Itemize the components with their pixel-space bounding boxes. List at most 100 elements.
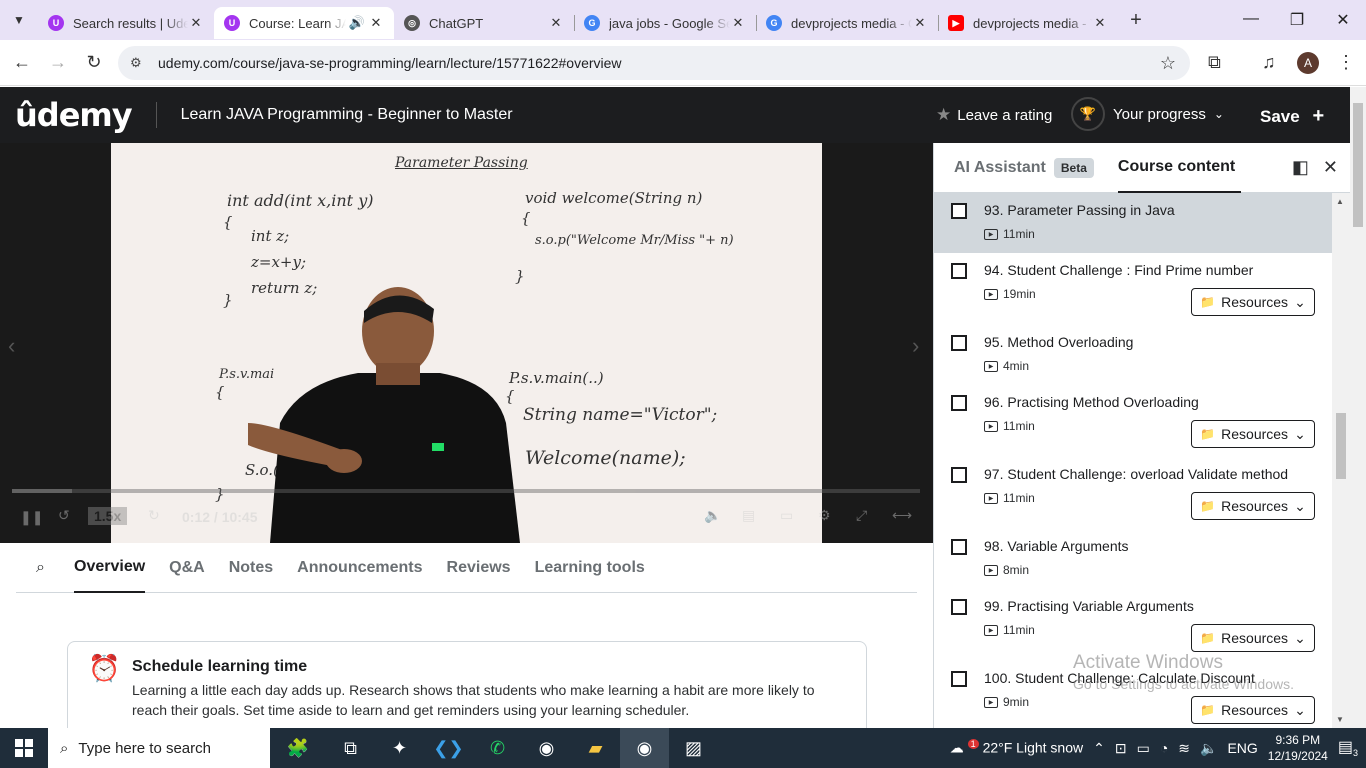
menu-dots-icon[interactable]: ⋮ — [1337, 52, 1355, 73]
copilot-icon[interactable]: ✦ — [375, 728, 424, 768]
expand-icon[interactable]: ⟷ — [892, 507, 912, 524]
photos-icon[interactable]: ▨ — [669, 728, 718, 768]
udemy-logo[interactable]: ûdemy — [15, 96, 133, 134]
windows-start-button[interactable] — [0, 739, 48, 757]
lecture-checkbox[interactable] — [951, 467, 967, 483]
browser-tab-devprojects-google[interactable]: G devprojects media - Google Search ✕ — [756, 7, 939, 39]
media-control-icon[interactable]: ♫ — [1262, 52, 1276, 73]
bookmark-star-icon[interactable]: ☆ — [1160, 53, 1176, 74]
lecture-checkbox[interactable] — [951, 263, 967, 279]
chrome-icon[interactable]: ◉ — [522, 728, 571, 768]
dock-panel-icon[interactable]: ◧ — [1292, 157, 1309, 178]
speaker-icon[interactable]: 🔊 — [346, 15, 368, 31]
lecture-checkbox[interactable] — [951, 671, 967, 687]
file-explorer-icon[interactable]: ▰ — [571, 728, 620, 768]
chevron-up-icon[interactable]: ⌃ — [1093, 740, 1105, 757]
restore-icon[interactable]: ❐ — [1274, 10, 1320, 30]
resources-button[interactable]: 📁 Resources ⌄ — [1191, 696, 1315, 724]
lecture-item[interactable]: 97. Student Challenge: overload Validate… — [934, 457, 1332, 529]
video-progress-bar[interactable] — [12, 489, 920, 493]
search-icon[interactable]: ⌕ — [16, 559, 74, 577]
chrome-profile-icon[interactable]: ◉ — [620, 728, 669, 768]
tab-search-chevron-icon[interactable]: ▼ — [0, 0, 38, 40]
lecture-checkbox[interactable] — [951, 335, 967, 351]
volume-icon[interactable]: 🔈 — [704, 507, 721, 524]
meet-icon[interactable]: ⊡ — [1115, 740, 1127, 757]
your-progress-button[interactable]: 🏆 Your progress ⌄ — [1071, 97, 1224, 131]
network-icon[interactable]: ◔ — [1160, 740, 1168, 756]
video-player[interactable]: ‹ › Parameter Passing int add(int x,int … — [0, 143, 933, 543]
profile-avatar[interactable]: A — [1297, 52, 1319, 74]
lecture-item[interactable]: 98. Variable Arguments ▶ 8min — [934, 529, 1332, 589]
lecture-checkbox[interactable] — [951, 395, 967, 411]
forward-icon[interactable]: ↻ — [148, 507, 160, 524]
lecture-checkbox[interactable] — [951, 539, 967, 555]
site-info-icon[interactable]: ⚙ — [130, 55, 148, 71]
reload-icon[interactable]: ↻ — [76, 52, 112, 73]
scroll-up-icon[interactable]: ▲ — [1336, 197, 1344, 206]
lecture-item[interactable]: 100. Student Challenge: Calculate Discou… — [934, 661, 1332, 733]
forward-icon[interactable]: → — [40, 52, 76, 73]
close-sidebar-icon[interactable]: ✕ — [1323, 157, 1338, 178]
minimize-icon[interactable]: — — [1228, 10, 1274, 30]
language-indicator[interactable]: ENG — [1227, 740, 1257, 756]
tab-qa[interactable]: Q&A — [169, 543, 205, 593]
browser-tab-chatgpt[interactable]: ◎ ChatGPT ✕ — [394, 7, 575, 39]
tab-course-content[interactable]: Course content — [1117, 143, 1242, 193]
sidebar-scrollbar[interactable]: ▲ ▼ — [1332, 193, 1351, 728]
browser-tab-course[interactable]: U Course: Learn JAVA Programming 🔊 ✕ — [214, 7, 394, 39]
course-title[interactable]: Learn JAVA Programming - Beginner to Mas… — [181, 106, 513, 124]
save-button[interactable]: Save + — [1260, 105, 1324, 128]
lecture-item[interactable]: 94. Student Challenge : Find Prime numbe… — [934, 253, 1332, 325]
close-tab-icon[interactable]: ✕ — [188, 15, 204, 31]
tab-ai-assistant[interactable]: AI Assistant Beta — [954, 143, 1094, 193]
vscode-icon[interactable]: ❮❯ — [424, 728, 473, 768]
scroll-thumb[interactable] — [1336, 413, 1346, 479]
tab-announcements[interactable]: Announcements — [297, 543, 422, 593]
browser-tab-java-jobs[interactable]: G java jobs - Google Search ✕ — [574, 7, 757, 39]
whatsapp-icon[interactable]: ✆ — [473, 728, 522, 768]
rewind-icon[interactable]: ↺ — [58, 507, 70, 524]
close-tab-icon[interactable]: ✕ — [1092, 15, 1108, 31]
lecture-checkbox[interactable] — [951, 599, 967, 615]
tab-reviews[interactable]: Reviews — [447, 543, 511, 593]
scroll-down-icon[interactable]: ▼ — [1336, 715, 1344, 724]
page-scrollbar[interactable] — [1350, 87, 1366, 728]
back-icon[interactable]: ← — [4, 52, 40, 73]
lecture-item[interactable]: 99. Practising Variable Arguments ▶ 11min 📁… — [934, 589, 1332, 661]
resources-button[interactable]: 📁 Resources ⌄ — [1191, 492, 1315, 520]
next-lecture-icon[interactable]: › — [912, 333, 919, 359]
notifications-icon[interactable]: ▤3 — [1338, 737, 1358, 758]
resources-button[interactable]: 📁 Resources ⌄ — [1191, 420, 1315, 448]
volume-icon[interactable]: 🔈 — [1200, 740, 1217, 757]
resources-button[interactable]: 📁 Resources ⌄ — [1191, 624, 1315, 652]
fullscreen-icon[interactable]: ⤢ — [856, 507, 867, 524]
captions-icon[interactable]: ▭ — [780, 507, 793, 524]
tab-learning-tools[interactable]: Learning tools — [535, 543, 645, 593]
task-view-icon[interactable]: ⧉ — [326, 728, 375, 768]
transcript-icon[interactable]: ▤ — [742, 507, 755, 524]
leave-rating-button[interactable]: ★ Leave a rating — [936, 105, 1052, 125]
browser-tab-devprojects-youtube[interactable]: ▶ devprojects media - YouTube ✕ — [938, 7, 1118, 39]
search-highlight-icon[interactable]: 🧩 — [270, 728, 326, 768]
lecture-item[interactable]: 93. Parameter Passing in Java ▶ 11min — [934, 193, 1332, 253]
settings-icon[interactable]: ⚙ — [818, 507, 831, 524]
close-window-icon[interactable]: ✕ — [1320, 10, 1366, 30]
close-tab-icon[interactable]: ✕ — [912, 15, 928, 31]
new-tab-button[interactable]: + — [1118, 9, 1154, 32]
previous-lecture-icon[interactable]: ‹ — [8, 333, 15, 359]
lecture-item[interactable]: 95. Method Overloading ▶ 4min — [934, 325, 1332, 385]
close-tab-icon[interactable]: ✕ — [730, 15, 746, 31]
pause-icon[interactable]: ❚❚ — [20, 509, 43, 526]
lecture-item[interactable]: 96. Practising Method Overloading ▶ 11min 📁… — [934, 385, 1332, 457]
playback-speed-button[interactable]: 1.5x — [88, 507, 128, 525]
tab-overview[interactable]: Overview — [74, 543, 146, 593]
url-bar[interactable]: ⚙ udemy.com/course/java-se-programming/l… — [118, 46, 1190, 80]
taskbar-clock[interactable]: 9:36 PM 12/19/2024 — [1268, 732, 1328, 764]
weather-widget[interactable]: ☁ 1 22°F Light snow — [950, 739, 1083, 757]
battery-icon[interactable]: ▭ — [1137, 740, 1150, 757]
lecture-checkbox[interactable] — [951, 203, 967, 219]
close-tab-icon[interactable]: ✕ — [368, 15, 384, 31]
extensions-icon[interactable]: ⧉ — [1208, 52, 1221, 73]
taskbar-search-box[interactable]: ⌕ Type here to search — [48, 728, 270, 768]
